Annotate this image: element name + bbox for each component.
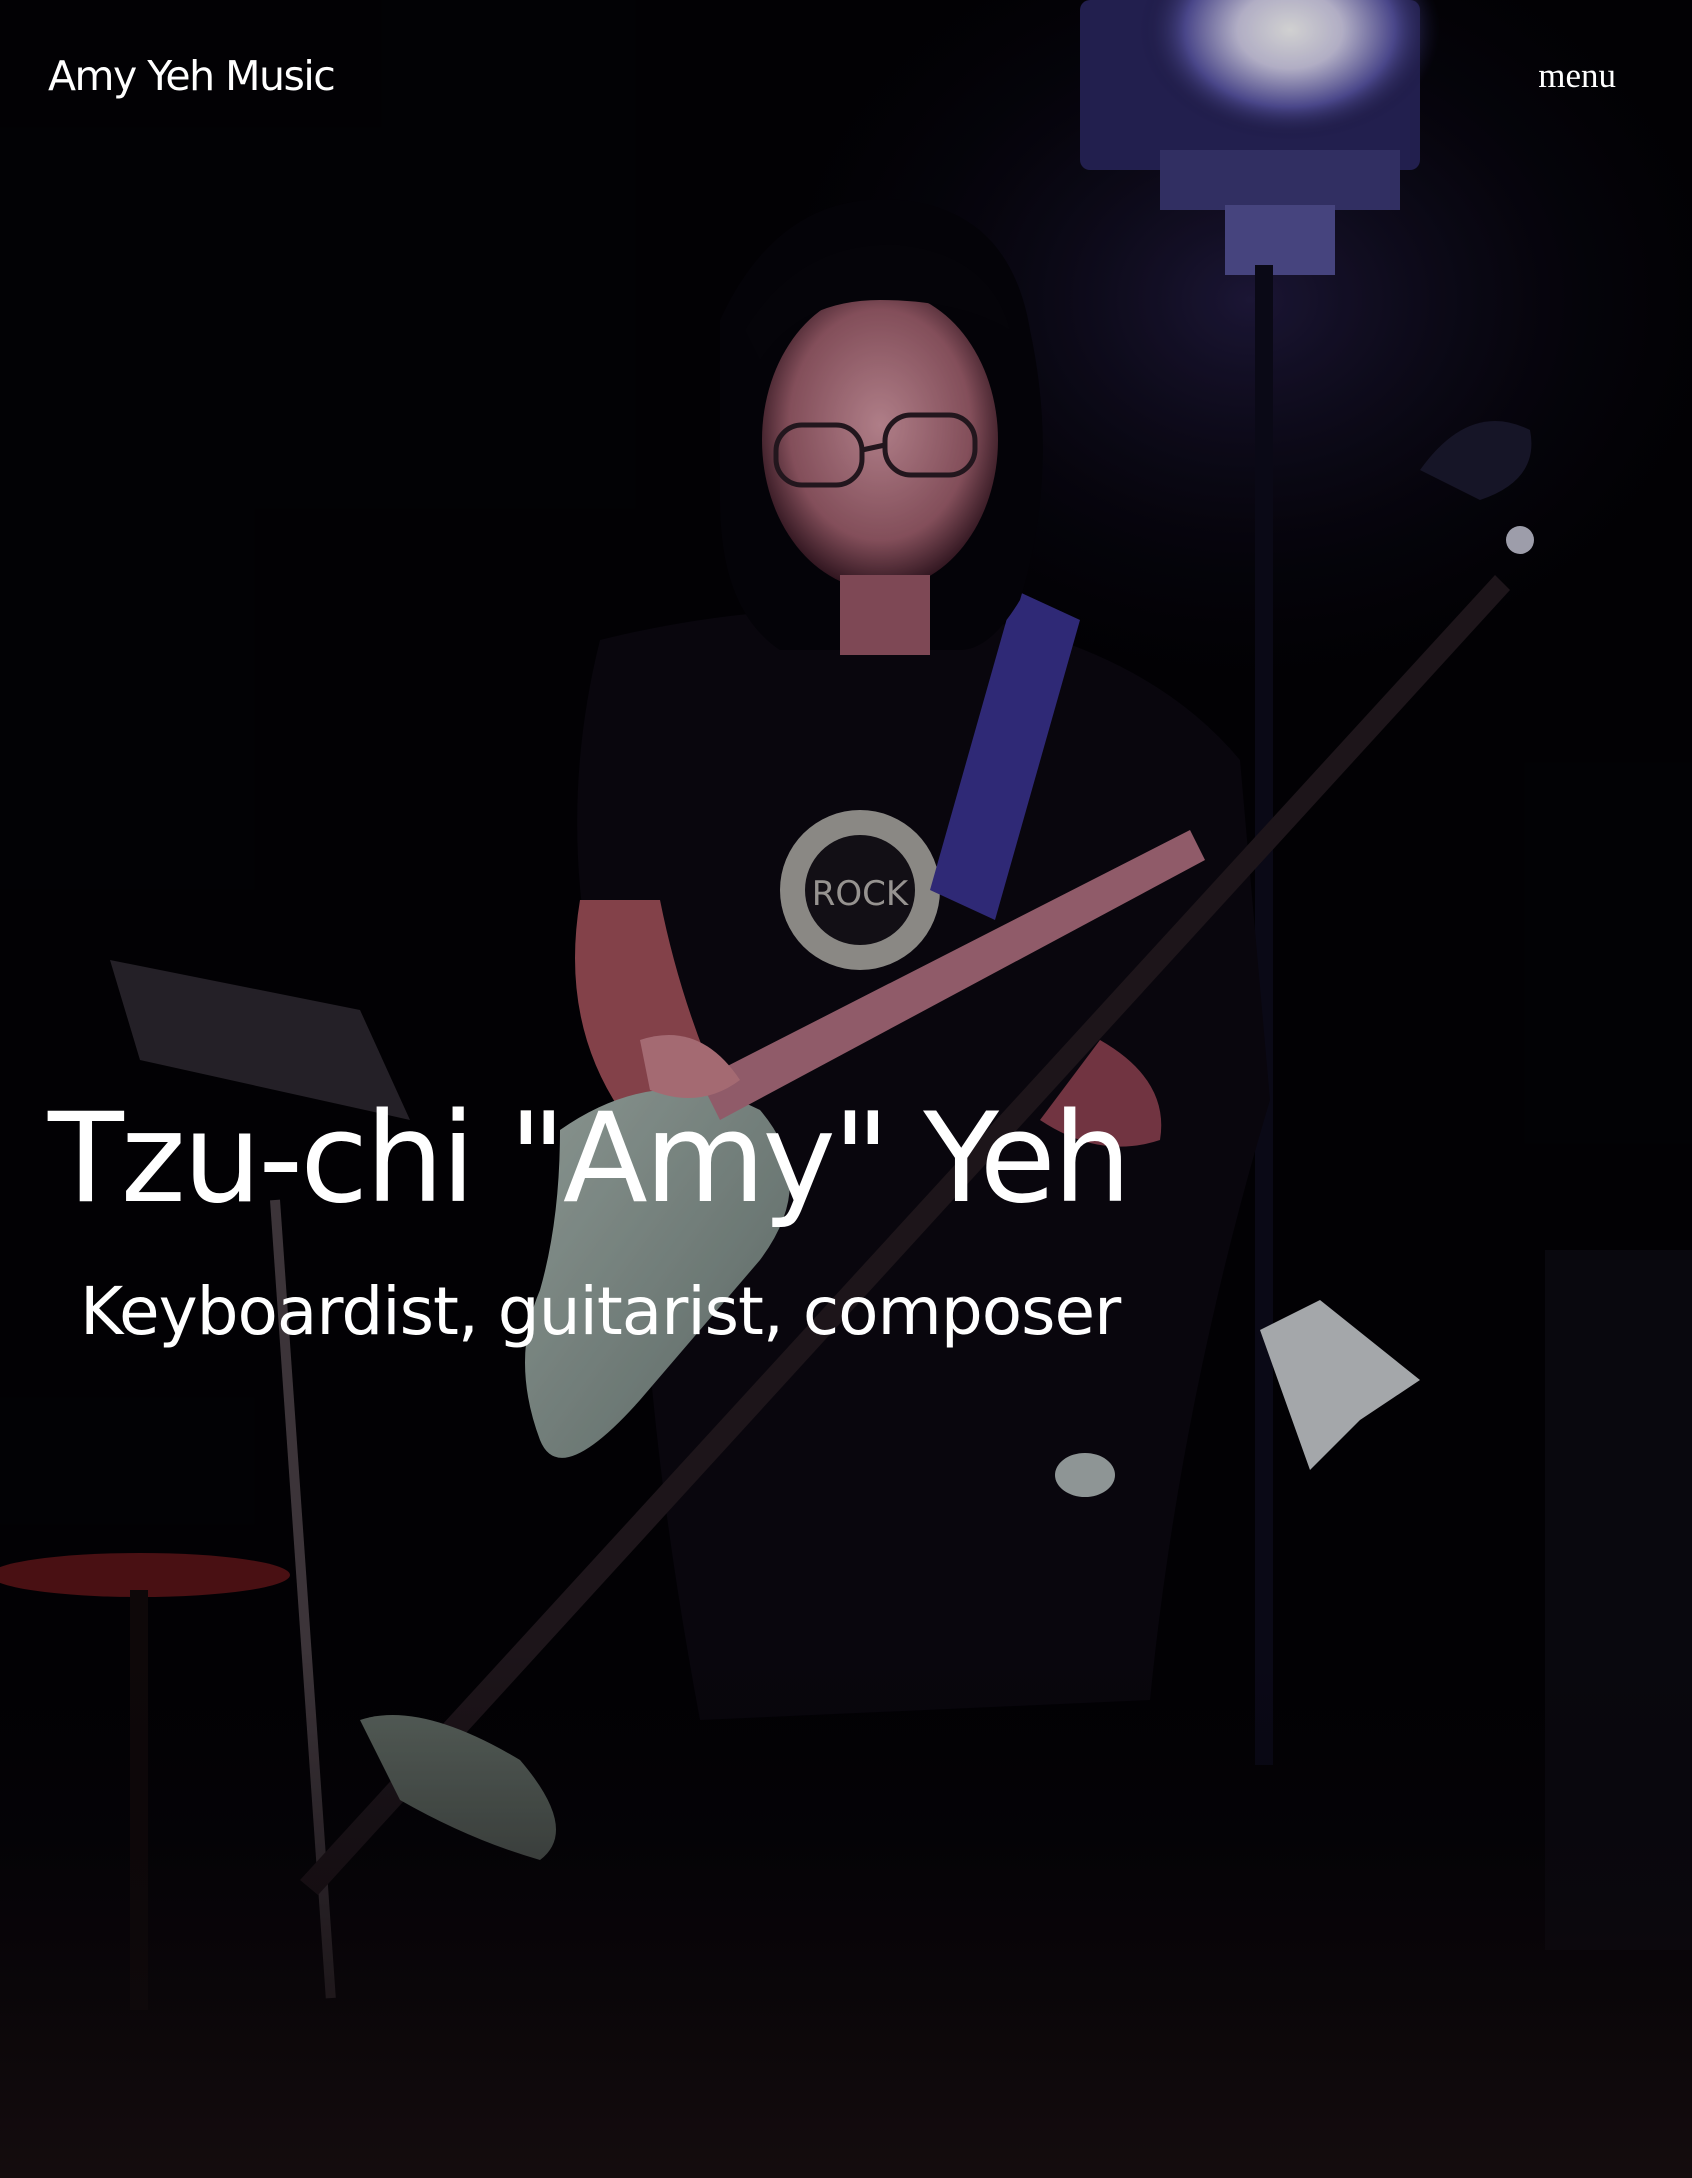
hero-subheading: Keyboardist, guitarist, composer bbox=[80, 1273, 1121, 1350]
site-title-link[interactable]: Amy Yeh Music bbox=[48, 52, 336, 100]
hero-heading: Tzu-chi "Amy" Yeh bbox=[48, 1087, 1131, 1231]
menu-button[interactable]: menu bbox=[1538, 56, 1616, 96]
page: ROCK Amy Yeh Music menu Tzu-chi "Amy" Ye… bbox=[0, 0, 1692, 2178]
site-header: Amy Yeh Music menu bbox=[0, 0, 1692, 160]
